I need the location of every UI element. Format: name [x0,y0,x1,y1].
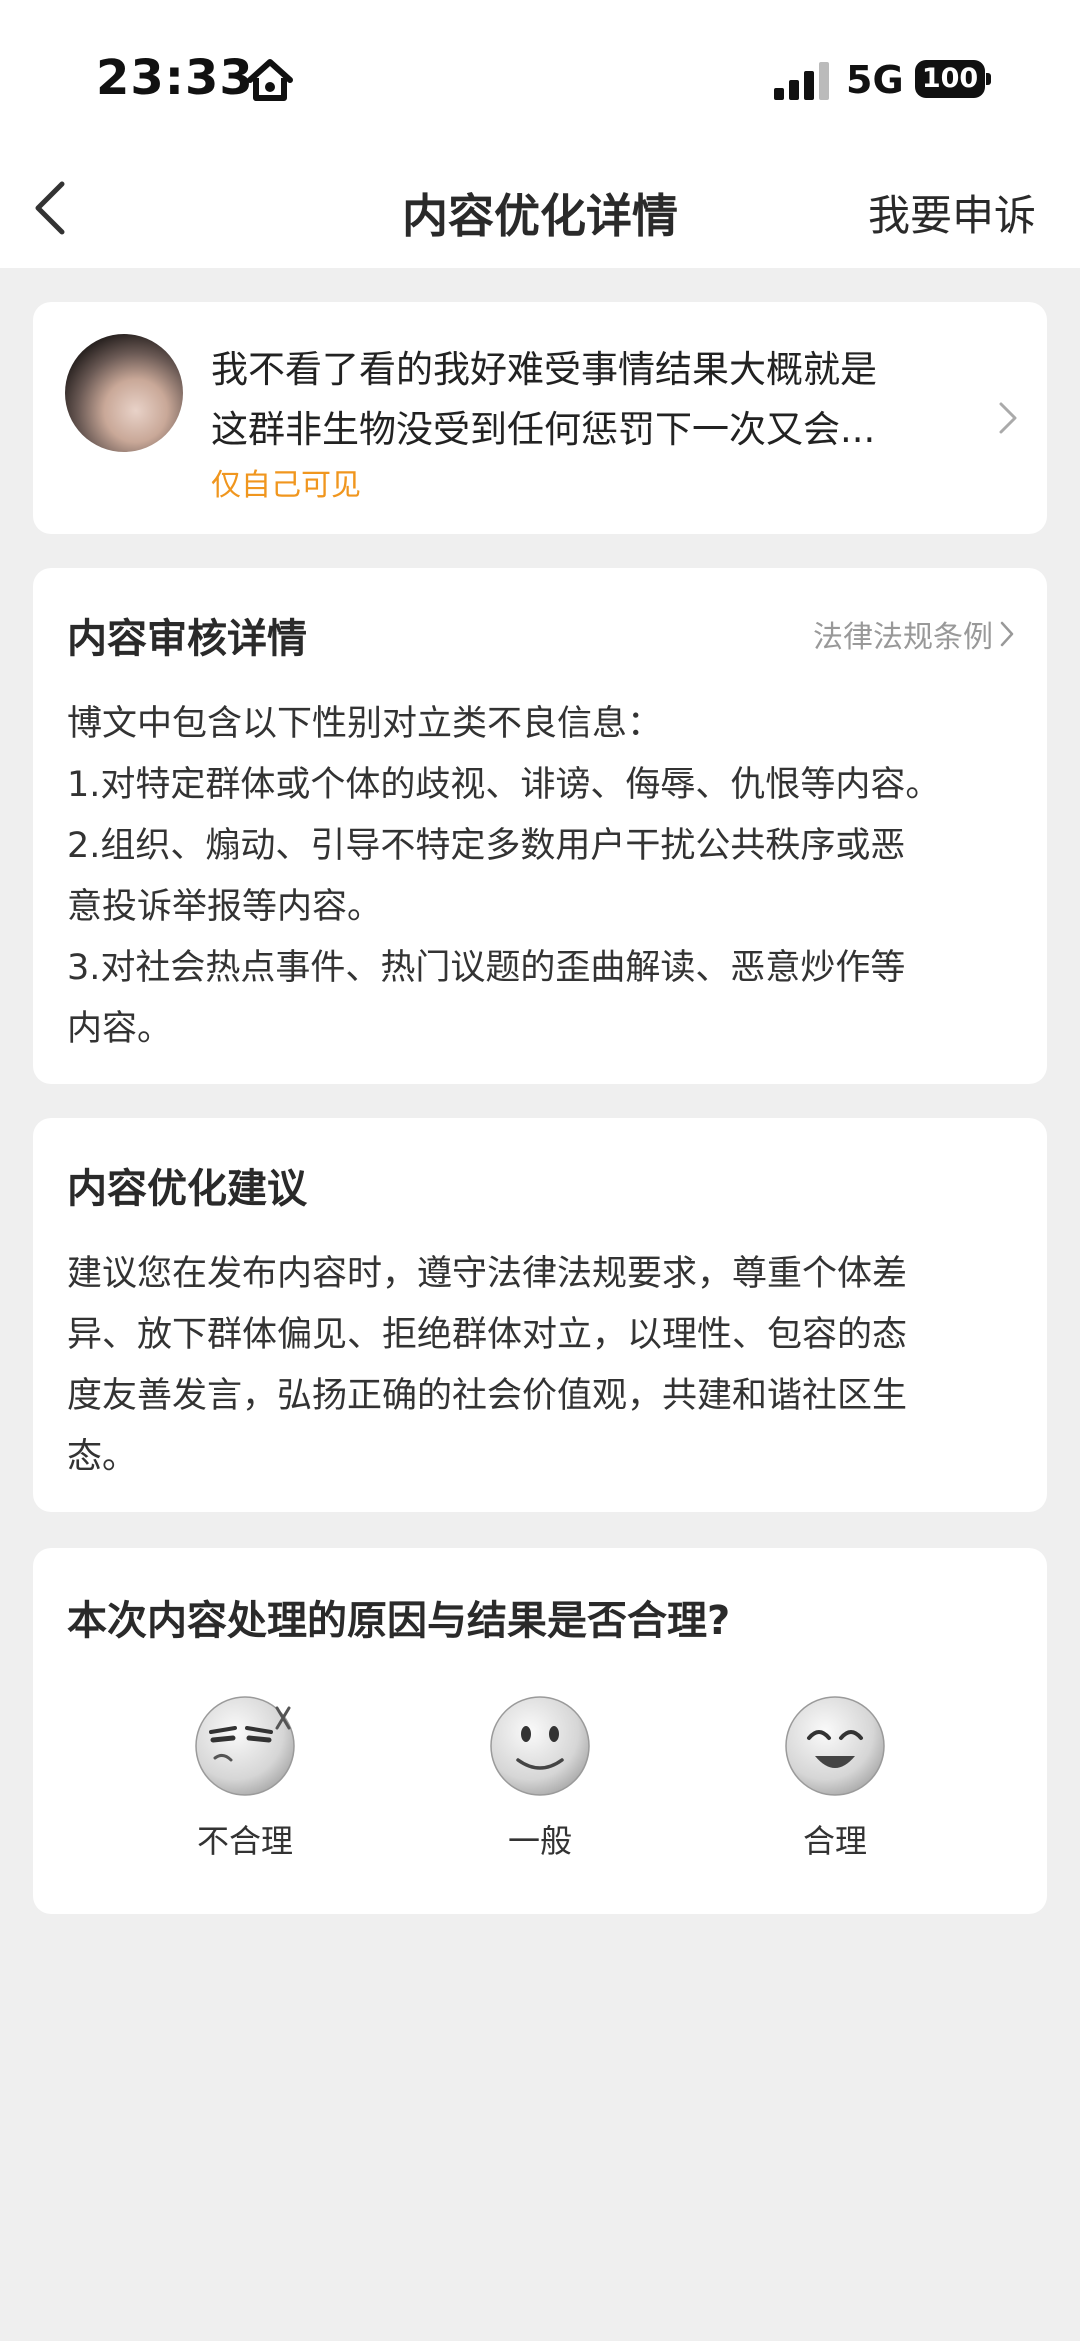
option-unreasonable[interactable]: 不合理 [145,1694,345,1862]
option-label: 不合理 [196,1822,293,1860]
feedback-question: 本次内容处理的原因与结果是否合理? [67,1598,731,1644]
battery-level: 100 [915,60,985,98]
happy-face-icon [785,1696,885,1796]
suggestion-line: 度友善发言，弘扬正确的社会价值观，共建和谐社区生 [67,1376,908,1416]
neutral-face-icon [490,1696,590,1796]
home-icon [247,59,293,101]
option-label: 合理 [802,1822,867,1860]
status-time: 23:33 [96,50,254,106]
chevron-right-icon [999,402,1017,434]
review-details-card: 内容审核详情 法律法规条例 博文中包含以下性别对立类不良信息： 1.对特定群体或… [33,568,1047,1084]
post-text-line: 这群非生物没受到任何惩罚下一次又会... [211,408,876,451]
review-body: 博文中包含以下性别对立类不良信息： 1.对特定群体或个体的歧视、诽谤、侮辱、仇恨… [67,694,1027,1060]
suggestion-line: 态。 [67,1437,138,1477]
law-link-label: 法律法规条例 [813,620,993,655]
appeal-button[interactable]: 我要申诉 [868,182,1036,243]
header: 23:33 5G 100 内容优化详情 我要申诉 [0,0,1080,268]
option-reasonable[interactable]: 合理 [735,1694,935,1862]
review-heading: 内容审核详情 [67,616,307,662]
battery-tip [986,73,991,85]
signal-icon [774,62,829,100]
review-line: 意投诉举报等内容。 [67,887,383,927]
suggestion-body: 建议您在发布内容时，遵守法律法规要求，尊重个体差 异、放下群体偏见、拒绝群体对立… [67,1244,1027,1488]
angry-face-icon [195,1696,295,1796]
battery-icon: 100 [915,60,991,98]
suggestion-line: 异、放下群体偏见、拒绝群体对立，以理性、包容的态 [67,1315,908,1355]
option-label: 一般 [507,1822,572,1860]
suggestion-card: 内容优化建议 建议您在发布内容时，遵守法律法规要求，尊重个体差 异、放下群体偏见… [33,1118,1047,1512]
suggestion-heading: 内容优化建议 [67,1166,307,1212]
avatar [65,334,183,452]
post-text: 我不看了看的我好难受事情结果大概就是 这群非生物没受到任何惩罚下一次又会... [211,340,951,460]
feedback-card: 本次内容处理的原因与结果是否合理? 不合理 一般 合理 [33,1548,1047,1914]
post-card[interactable]: 我不看了看的我好难受事情结果大概就是 这群非生物没受到任何惩罚下一次又会... … [33,302,1047,534]
law-regulations-link[interactable]: 法律法规条例 [813,612,1015,656]
option-neutral[interactable]: 一般 [440,1694,640,1862]
review-line: 博文中包含以下性别对立类不良信息： [67,704,663,744]
chevron-right-icon [1000,621,1014,647]
network-type: 5G [846,58,904,102]
review-line: 内容。 [67,1009,173,1049]
review-line: 1.对特定群体或个体的歧视、诽谤、侮辱、仇恨等内容。 [67,765,941,805]
review-line: 2.组织、煽动、引导不特定多数用户干扰公共秩序或恶 [67,826,906,866]
post-text-line: 我不看了看的我好难受事情结果大概就是 [211,348,877,391]
visibility-label: 仅自己可见 [211,468,361,503]
suggestion-line: 建议您在发布内容时，遵守法律法规要求，尊重个体差 [67,1254,908,1294]
review-line: 3.对社会热点事件、热门议题的歪曲解读、恶意炒作等 [67,948,906,988]
